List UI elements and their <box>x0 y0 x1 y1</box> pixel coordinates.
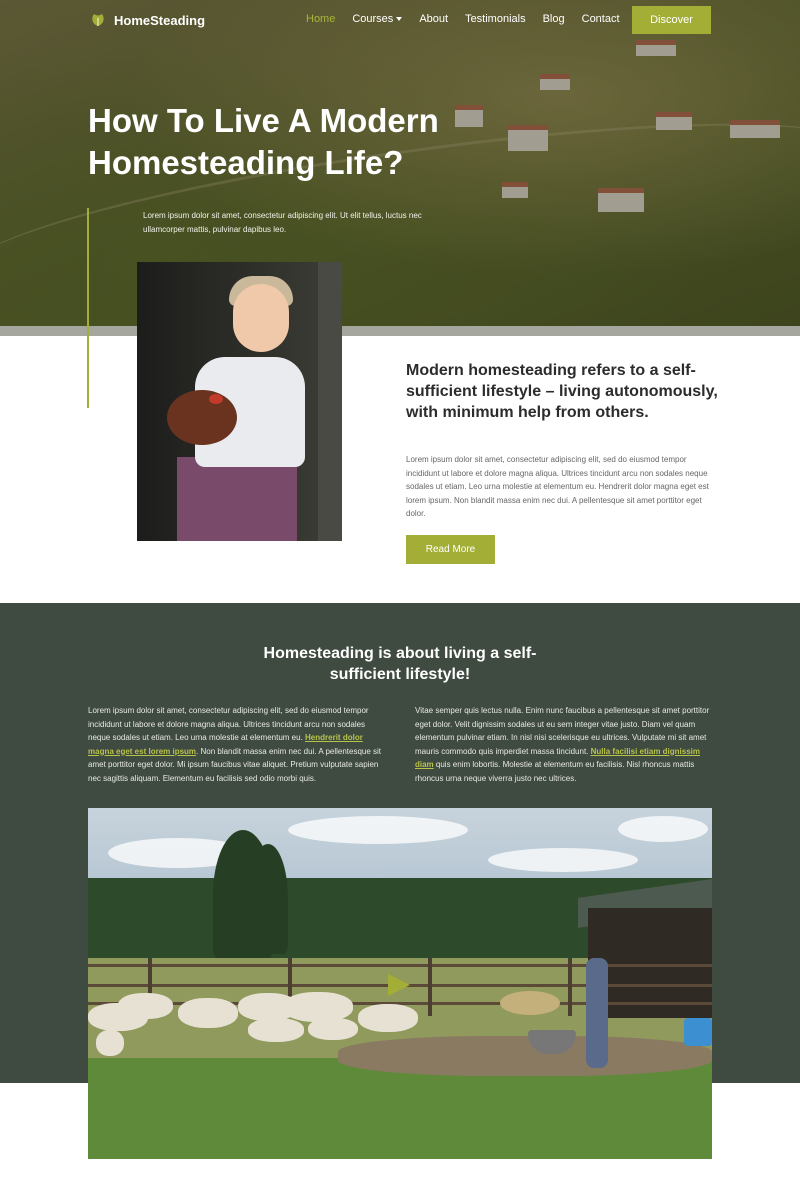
intro-body: Lorem ipsum dolor sit amet, consectetur … <box>406 455 709 518</box>
tall-tree <box>248 844 288 954</box>
fence-post <box>568 958 572 1016</box>
read-more-button[interactable]: Read More <box>406 535 495 564</box>
nav-item-courses[interactable]: Courses <box>352 13 403 25</box>
hen-comb <box>209 394 223 404</box>
lifestyle-left-text: Lorem ipsum dolor sit amet, consectetur … <box>88 704 388 785</box>
sheep <box>248 1018 304 1042</box>
lifestyle-right-text: Vitae semper quis lectus nulla. Enim nun… <box>415 704 715 785</box>
hen <box>167 390 237 445</box>
chevron-down-icon <box>396 17 403 22</box>
accent-line <box>87 208 89 408</box>
top-navigation: HomeSteading Home Courses About Testimon… <box>0 0 800 40</box>
nav-links: Home Courses About Testimonials Blog Con… <box>306 13 637 25</box>
sheep <box>178 998 238 1028</box>
hay-bale <box>500 991 560 1015</box>
face <box>233 284 289 352</box>
cloud <box>288 816 468 844</box>
brand-name: HomeSteading <box>114 12 206 28</box>
hero-subtitle: Lorem ipsum dolor sit amet, consectetur … <box>143 211 422 234</box>
intro-heading: Modern homesteading refers to a self-suf… <box>406 362 718 421</box>
right-text-end: quis enim lobortis. Molestie at elementu… <box>415 760 695 783</box>
play-icon[interactable] <box>388 974 410 996</box>
sheep <box>96 1030 124 1056</box>
sheep <box>118 993 173 1019</box>
farmer <box>586 958 608 1068</box>
barn-door <box>318 262 342 541</box>
sheep <box>358 1004 418 1032</box>
farm-video[interactable] <box>88 808 712 1159</box>
nav-item-testimonials[interactable]: Testimonials <box>465 13 526 25</box>
hero-title: How To Live A Modern Homesteading Life? <box>88 102 439 181</box>
hero-bottom-band <box>0 326 800 336</box>
leaf-icon <box>90 12 106 28</box>
nav-item-about[interactable]: About <box>419 13 448 25</box>
cloud <box>488 848 638 872</box>
nav-item-courses-label: Courses <box>352 13 394 25</box>
logo[interactable]: HomeSteading <box>90 12 205 28</box>
dirt-path <box>338 1036 712 1076</box>
sheep <box>308 1018 358 1040</box>
nav-item-home[interactable]: Home <box>306 13 335 25</box>
lifestyle-heading: Homesteading is about living a self-suff… <box>263 645 537 683</box>
fence-rail <box>88 964 712 967</box>
cloud <box>618 816 708 842</box>
discover-button[interactable]: Discover <box>632 6 711 34</box>
fence-post <box>428 958 432 1016</box>
nav-item-blog[interactable]: Blog <box>543 13 565 25</box>
blue-barrel <box>684 1018 712 1046</box>
woman-with-hen-photo <box>137 262 342 541</box>
plaid-skirt <box>177 457 297 541</box>
nav-item-contact[interactable]: Contact <box>582 13 620 25</box>
